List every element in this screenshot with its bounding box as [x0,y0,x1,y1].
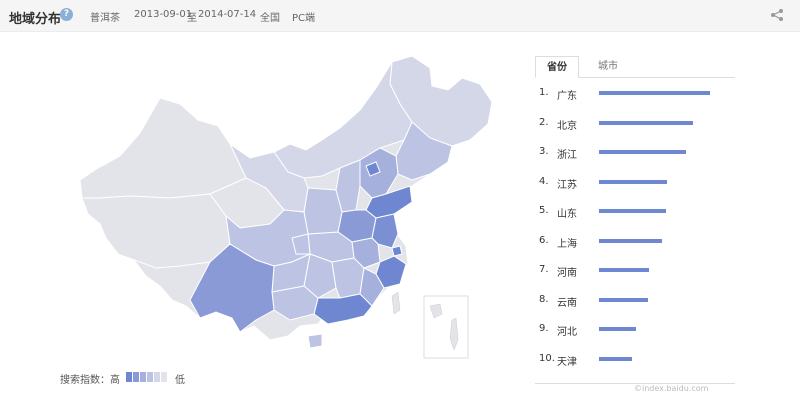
keyword-label: 普洱茶 [90,13,120,24]
ranking-number: 2. [539,116,549,128]
ranking-row[interactable]: 2. 北京 [535,116,735,132]
ranking-number: 4. [539,175,549,187]
legend-swatch [133,372,139,382]
section-title: 地域分布 [9,12,62,27]
ranking-number: 6. [539,234,549,246]
ranking-name: 河北 [557,327,577,338]
ranking-row[interactable]: 7. 河南 [535,263,735,279]
legend-high-label: 搜索指数：高 [60,375,120,386]
ranking-row[interactable]: 9. 河北 [535,322,735,338]
ranking-number: 1. [539,87,549,98]
ranking-bar [599,120,694,125]
ranking-row[interactable]: 3. 浙江 [535,145,735,161]
date-to-label: 2014-07-14 [198,9,257,20]
region-label[interactable]: 全国 [260,9,280,24]
ranking-row[interactable]: 5. 山东 [535,204,735,220]
ranking-name: 江苏 [557,179,577,191]
date-from-label: 2013-09-01 [134,9,193,20]
region-guangdong[interactable] [313,293,373,325]
ranking-number: 9. [539,323,549,334]
legend-swatch [154,372,160,382]
region-shanghai[interactable] [391,245,403,257]
ranking-number: 10. [539,352,555,364]
legend-swatch [140,372,146,382]
ranking-row[interactable]: 8. 云南 [535,293,735,309]
ranking-bar [599,327,636,331]
region-hainan[interactable] [307,333,323,349]
platform-label[interactable]: PC端 [292,9,315,24]
ranking-row[interactable]: 6. 上海 [535,234,735,250]
legend-swatch [126,372,132,382]
south-sea-inset [423,295,469,359]
ranking-bar [599,297,648,302]
date-separator: 至 [187,13,197,24]
ranking-row[interactable]: 10. 天津 [535,352,735,368]
ranking-number: 3. [539,146,549,157]
china-province-map[interactable] [60,48,500,373]
ranking-number: 8. [539,293,549,305]
ranking-bar [599,356,633,361]
tab-province[interactable]: 省份 [535,56,579,78]
ranking-name: 云南 [557,297,577,309]
ranking-panel: 省份 城市 1. 广东 2. 北京 3. 浙江 4. 江苏 5. 山东 6. 上海 7. 河南 8. 云南 9.… [535,56,735,386]
south-sea-islands [429,303,459,351]
ranking-bar [599,91,710,95]
ranking-name: 上海 [557,238,577,250]
region-shaanxi[interactable] [303,187,343,235]
ranking-bar [599,179,667,184]
region-taiwan[interactable] [391,291,401,315]
ranking-name: 北京 [557,120,577,132]
ranking-bar [599,268,649,272]
ranking-number: 7. [539,264,549,275]
header-bar: 地域分布 ? 普洱茶 2013-09-01 至 2014-07-14 全国 PC… [0,0,800,32]
ranking-bar [599,209,666,213]
ranking-tabs: 省份 城市 [535,56,735,78]
legend-swatch [147,372,153,382]
ranking-name: 河南 [557,268,577,279]
ranking-bar [599,150,686,154]
watermark: ©index.baidu.com [634,384,709,393]
ranking-row[interactable]: 1. 广东 [535,86,735,102]
ranking-name: 浙江 [557,150,577,161]
region-tibet[interactable] [81,193,231,269]
ranking-number: 5. [539,205,549,216]
question-circle-icon[interactable]: ? [60,8,73,21]
ranking-bar [599,238,663,243]
region-xinjiang[interactable] [79,97,247,199]
tab-city[interactable]: 城市 [593,56,623,78]
legend-swatch [161,372,167,382]
share-icon[interactable] [770,8,784,22]
ranking-name: 山东 [557,209,577,220]
ranking-name: 广东 [557,91,577,102]
ranking-name: 天津 [557,356,577,368]
legend-low-label: 低 [175,375,185,386]
ranking-row[interactable]: 4. 江苏 [535,175,735,191]
